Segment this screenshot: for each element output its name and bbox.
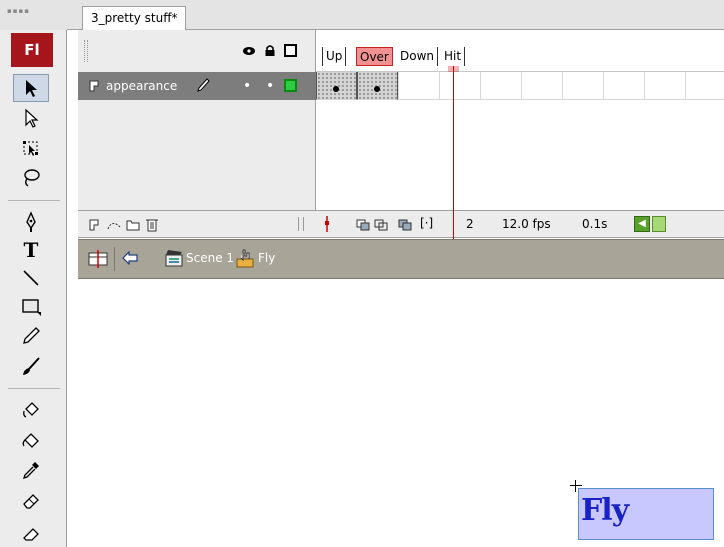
motion-guide-icon[interactable] bbox=[106, 219, 122, 231]
lasso-icon bbox=[24, 169, 40, 187]
fly-text[interactable]: Fly bbox=[581, 493, 629, 528]
frame-label-over[interactable]: Over bbox=[356, 47, 393, 66]
pencil-icon bbox=[197, 78, 210, 92]
new-folder-icon[interactable] bbox=[126, 219, 140, 231]
lasso-tool-button[interactable] bbox=[13, 164, 49, 192]
visibility-dot[interactable]: • bbox=[243, 78, 251, 94]
eraser-tool-extra[interactable] bbox=[13, 518, 49, 546]
frame-cell[interactable] bbox=[521, 72, 562, 100]
eraser-icon bbox=[23, 528, 39, 541]
current-frame: 2 bbox=[466, 217, 474, 231]
tools-panel-grip[interactable]: ▪▪▪▪ bbox=[0, 0, 67, 30]
eyedropper-icon bbox=[22, 462, 39, 480]
back-arrow-icon[interactable] bbox=[122, 251, 138, 265]
eyedropper-tool-button[interactable] bbox=[13, 456, 49, 484]
timeline-footer: [·] 2 12.0 fps 0.1s ◀ bbox=[78, 210, 724, 238]
frame-rate[interactable]: 12.0 fps bbox=[502, 217, 551, 231]
tools-panel: ▪▪▪▪ Fl T bbox=[0, 0, 67, 547]
registration-point bbox=[570, 480, 582, 492]
stage[interactable]: Fly bbox=[78, 280, 724, 547]
line-icon bbox=[23, 270, 39, 286]
timeline-panel: Up Over Down Hit appearance • • [·] 2 12… bbox=[78, 30, 724, 256]
text-tool-button[interactable]: T bbox=[13, 236, 49, 264]
paint-bucket-tool-button[interactable] bbox=[13, 426, 49, 454]
new-layer-icon[interactable] bbox=[88, 219, 100, 231]
breadcrumb-symbol[interactable]: Fly bbox=[258, 251, 275, 265]
subselection-tool-button[interactable] bbox=[13, 104, 49, 132]
button-symbol-icon bbox=[236, 249, 254, 268]
scene-icon bbox=[165, 250, 183, 267]
line-tool-button[interactable] bbox=[13, 264, 49, 292]
layer-icon bbox=[89, 80, 99, 92]
timeline-grip[interactable] bbox=[84, 40, 88, 62]
document-tab[interactable]: 3_pretty stuff* bbox=[82, 6, 187, 30]
layer-list: appearance • • bbox=[78, 72, 316, 212]
white-arrow-icon bbox=[25, 108, 39, 128]
frame-label-up[interactable]: Up bbox=[322, 47, 347, 66]
onion-skin-icon[interactable] bbox=[356, 219, 370, 231]
playhead[interactable] bbox=[453, 66, 454, 256]
pen-tool-button[interactable] bbox=[13, 208, 49, 236]
modify-onion-markers-icon[interactable]: [·] bbox=[420, 216, 433, 230]
frame-cell[interactable] bbox=[439, 72, 480, 100]
onion-skin-outlines-icon[interactable] bbox=[374, 219, 388, 231]
frame-label-down[interactable]: Down bbox=[397, 47, 439, 66]
lock-icon[interactable] bbox=[264, 44, 276, 57]
elapsed-time: 0.1s bbox=[582, 217, 608, 231]
frame-cell[interactable] bbox=[562, 72, 603, 100]
scroll-left-icon[interactable]: ◀ bbox=[634, 216, 650, 232]
timeline-scroll-thumb[interactable] bbox=[652, 216, 666, 232]
frame-cell[interactable] bbox=[480, 72, 521, 100]
rectangle-icon bbox=[22, 299, 41, 316]
frame-label-hit[interactable]: Hit bbox=[441, 47, 466, 66]
fly-button-instance[interactable]: Fly bbox=[578, 488, 714, 540]
text-icon: T bbox=[23, 238, 39, 262]
pen-icon bbox=[26, 211, 36, 232]
flash-logo: Fl bbox=[11, 33, 53, 67]
free-transform-icon bbox=[23, 141, 38, 156]
eye-icon[interactable] bbox=[242, 46, 256, 56]
brush-icon bbox=[23, 357, 40, 375]
keyframe-over[interactable] bbox=[357, 72, 398, 100]
paint-bucket-icon bbox=[22, 433, 39, 448]
outline-icon[interactable] bbox=[284, 44, 297, 57]
breadcrumb-scene[interactable]: Scene 1 bbox=[186, 251, 234, 265]
keyframe-up[interactable] bbox=[316, 72, 357, 100]
arrow-icon bbox=[26, 80, 37, 97]
pencil-tool-button[interactable] bbox=[13, 322, 49, 350]
timeline-header bbox=[78, 30, 316, 72]
frame-cell[interactable] bbox=[685, 72, 724, 100]
timeline-divider-grip[interactable] bbox=[298, 217, 304, 231]
center-frame-icon[interactable] bbox=[324, 216, 330, 232]
edit-bar: Scene 1 Fly bbox=[78, 239, 724, 279]
layer-name[interactable]: appearance bbox=[106, 79, 177, 93]
edit-multiple-frames-icon[interactable] bbox=[398, 219, 412, 231]
lock-dot[interactable]: • bbox=[266, 78, 274, 94]
frame-grid bbox=[316, 72, 724, 100]
brush-tool-button[interactable] bbox=[13, 352, 49, 380]
eraser-tool-button[interactable] bbox=[13, 486, 49, 514]
pencil-icon bbox=[23, 327, 40, 344]
rectangle-tool-button[interactable] bbox=[13, 292, 49, 320]
document-tab-bar: 3_pretty stuff* bbox=[67, 0, 724, 30]
selection-tool-button[interactable] bbox=[13, 74, 49, 102]
layer-row-appearance[interactable]: appearance • • bbox=[78, 72, 316, 100]
layer-outline-color-swatch[interactable] bbox=[284, 79, 297, 92]
frame-header: Up Over Down Hit bbox=[316, 44, 724, 72]
ink-bottle-icon bbox=[23, 402, 39, 418]
timeline-toggle-icon[interactable] bbox=[88, 250, 108, 268]
ink-bottle-tool-button[interactable] bbox=[13, 396, 49, 424]
frame-cell[interactable] bbox=[398, 72, 439, 100]
eraser-icon bbox=[23, 494, 39, 509]
frame-cell[interactable] bbox=[603, 72, 644, 100]
trash-icon[interactable] bbox=[146, 217, 158, 232]
free-transform-tool-button[interactable] bbox=[13, 134, 49, 162]
frame-cell[interactable] bbox=[644, 72, 685, 100]
